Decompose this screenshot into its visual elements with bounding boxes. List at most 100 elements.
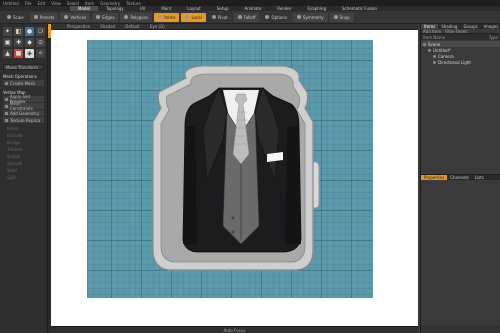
menu-file[interactable]: File <box>25 1 32 6</box>
scale-button[interactable]: Scale <box>3 13 28 22</box>
tool-icon[interactable]: ▲ <box>3 49 12 58</box>
tree-item-label: Scene <box>428 41 441 47</box>
disabled-tool-item: Split <box>7 175 16 180</box>
tab-images[interactable]: Images <box>481 24 500 29</box>
vertices-button[interactable]: Vertices <box>60 12 91 22</box>
col-type[interactable]: Type <box>489 35 498 40</box>
options-button[interactable]: Options <box>261 13 290 22</box>
tool-button[interactable]: Texture Replica <box>3 117 44 123</box>
tool-icon[interactable]: ▣ <box>3 38 12 47</box>
scale-icon <box>7 15 11 19</box>
tool-icon[interactable]: ✦ <box>3 27 12 36</box>
visibility-eye-icon[interactable] <box>433 54 436 58</box>
tool-section: Vertex Map Apply and Preview Mesh Constrai… <box>3 88 44 123</box>
3d-viewport[interactable] <box>51 30 418 326</box>
left-tool-panel: ✦ ◧ ● ❍ ▣ ✚ ◆ ⊙ ▲ ■ ◈ ✧ Move Transform Mesh Operati… <box>0 24 48 333</box>
filter-items-button[interactable]: Filter Items <box>445 29 467 34</box>
tool-icon[interactable]: ◆ <box>25 38 34 47</box>
polygons-button[interactable]: Polygons <box>120 12 153 22</box>
local-icon <box>185 15 190 19</box>
right-panel: Items Shading Groups Images Add Item Filter… <box>420 24 500 333</box>
viewport-option[interactable]: Shaded <box>100 24 115 29</box>
viewport-option[interactable]: Perspective <box>67 24 90 29</box>
col-item-name[interactable]: Item Name <box>423 35 445 40</box>
symmetry-button[interactable]: Symmetry <box>292 12 328 22</box>
tool-button[interactable]: Create Mesh <box>3 80 44 86</box>
toolbar-button-label: Polygons <box>130 14 149 20</box>
presets-icon <box>33 15 38 19</box>
add-item-button[interactable]: Add Item <box>423 29 441 34</box>
disabled-tool-list: Bevel Extrude Bridge Thicken Sculpt Smooth Wel… <box>3 125 44 181</box>
edges-icon <box>96 15 101 19</box>
disabled-tool-item: Thicken <box>7 147 23 152</box>
jacket-button <box>231 230 235 234</box>
tool-button[interactable]: Mesh Constraints <box>3 101 44 111</box>
tool-icon[interactable]: ✧ <box>36 49 45 58</box>
menu-select[interactable]: Select <box>67 1 79 6</box>
viewport-canvas[interactable] <box>51 30 418 326</box>
disabled-tool-item: Bridge <box>7 140 21 145</box>
visibility-eye-icon[interactable] <box>428 48 431 52</box>
toolbar-button-label: Pivot <box>217 14 228 20</box>
tab-channels[interactable]: Channels <box>447 175 472 180</box>
local-button[interactable]: Local <box>181 12 206 22</box>
scene-tree-item[interactable]: Directional Light <box>421 59 500 65</box>
snap-button[interactable]: Snap <box>329 12 354 22</box>
tool-button-label: Mesh Constraints <box>9 101 33 111</box>
tool-square-icon <box>5 118 8 122</box>
tool-square-icon <box>5 81 8 85</box>
tool-button-label: Add Geometry <box>10 110 39 116</box>
tab-lists[interactable]: Lists <box>472 175 487 180</box>
jacket-button <box>231 216 235 220</box>
tool-button-label: Texture Replica <box>10 117 41 123</box>
edges-button[interactable]: Edges <box>92 12 119 22</box>
toolbar-button-label: Presets <box>39 14 55 20</box>
toolbar-button-label: Snap <box>339 14 350 20</box>
toolbar-button-label: Falloff <box>243 14 256 20</box>
visibility-eye-icon[interactable] <box>433 60 436 64</box>
tool-icon[interactable]: ◈ <box>25 49 34 58</box>
tool-icon[interactable]: ❍ <box>36 27 45 36</box>
viewport-option[interactable]: Default <box>125 24 140 29</box>
viewport-option[interactable]: Eye (G) <box>150 24 165 29</box>
pivot-button[interactable]: Pivot <box>208 13 232 22</box>
transform-field[interactable]: Move Transform <box>3 64 44 70</box>
tree-item-label: Untitled* <box>433 47 451 53</box>
falloff-icon <box>237 15 242 19</box>
toolbar-button-label: Items <box>164 14 176 20</box>
falloff-button[interactable]: Falloff <box>233 12 260 22</box>
tool-icon[interactable]: ⊙ <box>36 38 45 47</box>
toolbar-button-label: Local <box>191 14 202 20</box>
menu-view[interactable]: View <box>51 1 61 6</box>
visibility-eye-icon[interactable] <box>423 42 426 46</box>
symmetry-icon <box>296 15 301 19</box>
app-title: Untitled <box>3 0 19 6</box>
viewport-footer[interactable]: Auto Focus <box>51 326 418 333</box>
section-heading[interactable]: Mesh Operations <box>3 74 44 79</box>
options-icon <box>265 15 270 19</box>
snap-icon <box>333 15 338 19</box>
properties-panel <box>421 180 500 325</box>
menu-edit[interactable]: Edit <box>38 1 46 6</box>
tool-icon[interactable]: ■ <box>14 49 23 58</box>
tool-icon[interactable]: ✚ <box>14 38 23 47</box>
tab-properties[interactable]: Properties <box>421 175 448 180</box>
pivot-icon <box>211 15 216 19</box>
tool-button[interactable]: Add Geometry <box>3 110 44 116</box>
item-list: Scene Untitled* Camera Directional Light <box>421 40 500 174</box>
tool-icon[interactable]: ◧ <box>14 27 23 36</box>
disabled-tool-item: Bevel <box>7 126 19 131</box>
menu-geometry[interactable]: Geometry <box>100 1 120 6</box>
disabled-tool-item: Sculpt <box>7 154 20 159</box>
tree-item-label: Camera <box>438 53 454 59</box>
tool-square-icon <box>5 111 8 115</box>
left-sleeve <box>183 126 197 244</box>
disabled-tool-item: Weld <box>7 168 17 173</box>
presets-button[interactable]: Presets <box>29 12 59 22</box>
menu-texture[interactable]: Texture <box>126 1 141 6</box>
items-button[interactable]: Items <box>154 12 180 22</box>
toolbar-button-label: Options <box>271 14 287 20</box>
tool-icon[interactable]: ● <box>25 27 34 36</box>
tool-section: Mesh Operations Create Mesh <box>3 72 44 86</box>
menu-item[interactable]: Item <box>85 1 94 6</box>
